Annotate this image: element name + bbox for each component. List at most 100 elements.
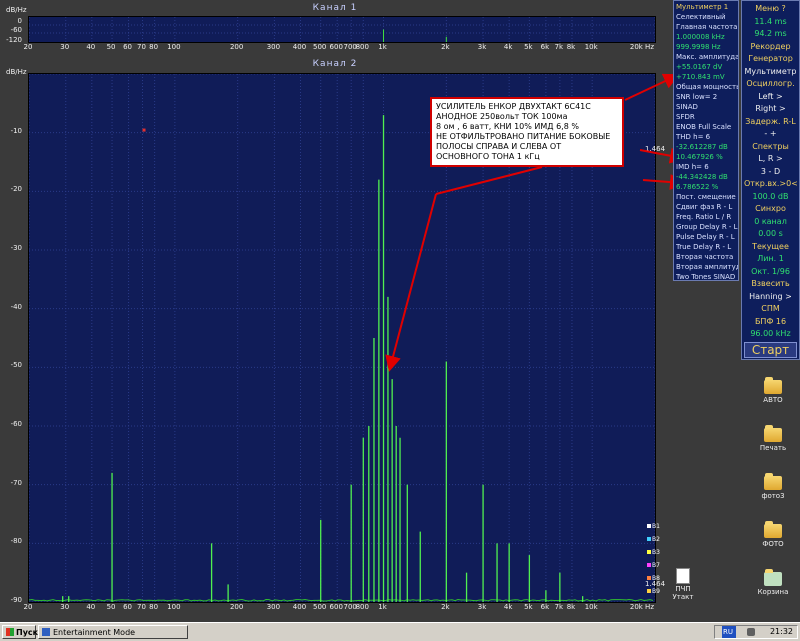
channel2-y-tick: -20 [0, 185, 22, 193]
control-item[interactable]: 3 - D [744, 167, 797, 177]
legend-label: B3 [652, 549, 660, 556]
multimeter-row[interactable]: ENOB Full Scale [676, 123, 738, 132]
channel1-x-axis: 20 30 40 50 60 70 80 100 200 300 400 500 600 700 800 1k… [28, 43, 654, 53]
multimeter-row[interactable]: Вторая частота [676, 253, 738, 262]
control-item[interactable]: Текущее [744, 242, 797, 252]
control-item[interactable]: Лин. 1 [744, 254, 797, 264]
multimeter-row[interactable]: Two Tones SINAD [676, 273, 738, 282]
multimeter-row[interactable]: SINAD [676, 103, 738, 112]
multimeter-row[interactable]: SNR low= 2 [676, 93, 738, 102]
multimeter-title[interactable]: Мультиметр 1 [676, 3, 738, 12]
legend-item[interactable]: B1 [647, 523, 660, 530]
desktop-icon[interactable]: АВТО [748, 380, 798, 404]
multimeter-row[interactable]: Селективный [676, 13, 738, 22]
multimeter-row[interactable]: True Delay R - L [676, 243, 738, 252]
channel1-x-tick: 200 [230, 43, 243, 51]
legend-item[interactable]: B8 [647, 575, 660, 582]
control-item[interactable]: Откр.вх.>0< [744, 179, 797, 189]
control-item[interactable]: Старт [744, 342, 797, 358]
volume-icon[interactable] [747, 628, 755, 636]
channel1-y-120: -120 [0, 36, 22, 44]
desktop-icon[interactable]: ФОТО [748, 524, 798, 548]
channel2-x-tick: 8k [567, 603, 576, 611]
desktop-icon[interactable]: Печать [748, 428, 798, 452]
multimeter-row[interactable]: -32.612287 dB [676, 143, 738, 152]
channel1-x-tick: 4k [504, 43, 513, 51]
control-item[interactable]: 0.00 s [744, 229, 797, 239]
multimeter-row[interactable]: 10.467926 % [676, 153, 738, 162]
legend-item[interactable]: B7 [647, 562, 660, 569]
taskbar-window-button[interactable]: Entertainment Mode [38, 625, 188, 639]
legend-swatch [647, 576, 651, 580]
clock[interactable]: 21:32 [770, 627, 793, 636]
control-item[interactable]: Left > [744, 92, 797, 102]
channel1-spectrum-svg [29, 17, 655, 42]
desktop-icon[interactable]: Корзина [748, 572, 798, 596]
control-item[interactable]: Спектры [744, 142, 797, 152]
multimeter-row[interactable]: THD h= 6 [676, 133, 738, 142]
multimeter-row[interactable]: Общая мощность [676, 83, 738, 92]
control-item[interactable]: Рекордер [744, 42, 797, 52]
control-item[interactable]: СПМ [744, 304, 797, 314]
control-item[interactable]: 11.4 ms [744, 17, 797, 27]
channel1-x-tick: 20k Hz [630, 43, 654, 51]
control-item[interactable]: Окт. 1/96 [744, 267, 797, 277]
start-label: Пуск [16, 628, 38, 637]
multimeter-row[interactable]: Вторая амплитуда [676, 263, 738, 272]
multimeter-row[interactable]: Freq. Ratio L / R [676, 213, 738, 222]
annotation-line: АНОДНОЕ 250вольт ТОК 100ма [436, 112, 618, 122]
multimeter-row[interactable]: 1.000008 kHz [676, 33, 738, 42]
channel1-x-tick: 6k [541, 43, 550, 51]
multimeter-row[interactable]: SFDR [676, 113, 738, 122]
channel2-y-tick: -80 [0, 537, 22, 545]
multimeter-row[interactable]: IMD h= 6 [676, 163, 738, 172]
legend-item[interactable]: B2 [647, 536, 660, 543]
multimeter-row[interactable]: +710.843 mV [676, 73, 738, 82]
control-item[interactable]: Меню ? [744, 4, 797, 14]
tray-file-icon[interactable]: ПЧП Утакт [668, 568, 698, 601]
multimeter-row[interactable]: Group Delay R - L [676, 223, 738, 232]
control-item[interactable]: 94.2 ms [744, 29, 797, 39]
control-item[interactable]: Hanning > [744, 292, 797, 302]
channel1-plot[interactable] [28, 16, 656, 43]
legend-label: B1 [652, 523, 660, 530]
multimeter-row[interactable]: 999.9998 Hz [676, 43, 738, 52]
multimeter-row[interactable]: -44.342428 dB [676, 173, 738, 182]
legend-item[interactable]: B9 [647, 588, 660, 595]
taskbar: Пуск Entertainment Mode RU 21:32 [0, 622, 800, 641]
control-item[interactable]: Осциллогр. [744, 79, 797, 89]
multimeter-row[interactable]: Пост. смещение [676, 193, 738, 202]
channel2-x-tick: 600 [330, 603, 343, 611]
channel2-x-tick: 6k [541, 603, 550, 611]
multimeter-row[interactable]: Главная частота [676, 23, 738, 32]
desktop-icon[interactable]: фото3 [748, 476, 798, 500]
desktop-icon-label: Печать [760, 444, 786, 452]
control-item[interactable]: Синхро [744, 204, 797, 214]
channel2-x-tick: 60 [123, 603, 132, 611]
annotation-line: 8 ом , 6 ватт, КНИ 10% ИМД 6,8 % [436, 122, 618, 132]
channel2-x-tick: 2k [441, 603, 450, 611]
multimeter-row[interactable]: Pulse Delay R - L [676, 233, 738, 242]
control-item[interactable]: Задерж. R-L [744, 117, 797, 127]
start-button[interactable]: Пуск [2, 625, 36, 639]
control-item[interactable]: Мультиметр [744, 67, 797, 77]
legend-label: B8 [652, 575, 660, 582]
control-item[interactable]: 100.0 dB [744, 192, 797, 202]
channel2-x-tick: 50 [107, 603, 116, 611]
control-item[interactable]: Генератор [744, 54, 797, 64]
app-icon [42, 628, 50, 636]
control-item[interactable]: - + [744, 129, 797, 139]
legend-item[interactable]: B3 [647, 549, 660, 556]
control-item[interactable]: 0 канал [744, 217, 797, 227]
folder-icon [764, 524, 782, 538]
control-item[interactable]: L, R > [744, 154, 797, 164]
control-item[interactable]: Right > [744, 104, 797, 114]
multimeter-row[interactable]: Сдвиг фаз R - L [676, 203, 738, 212]
multimeter-row[interactable]: Макс. амплитуда [676, 53, 738, 62]
multimeter-row[interactable]: +55.0167 dV [676, 63, 738, 72]
multimeter-row[interactable]: 6.786522 % [676, 183, 738, 192]
control-item[interactable]: Взвесить [744, 279, 797, 289]
control-item[interactable]: БПФ 16 [744, 317, 797, 327]
channel2-y-tick: -70 [0, 479, 22, 487]
control-item[interactable]: 96.00 kHz [744, 329, 797, 339]
